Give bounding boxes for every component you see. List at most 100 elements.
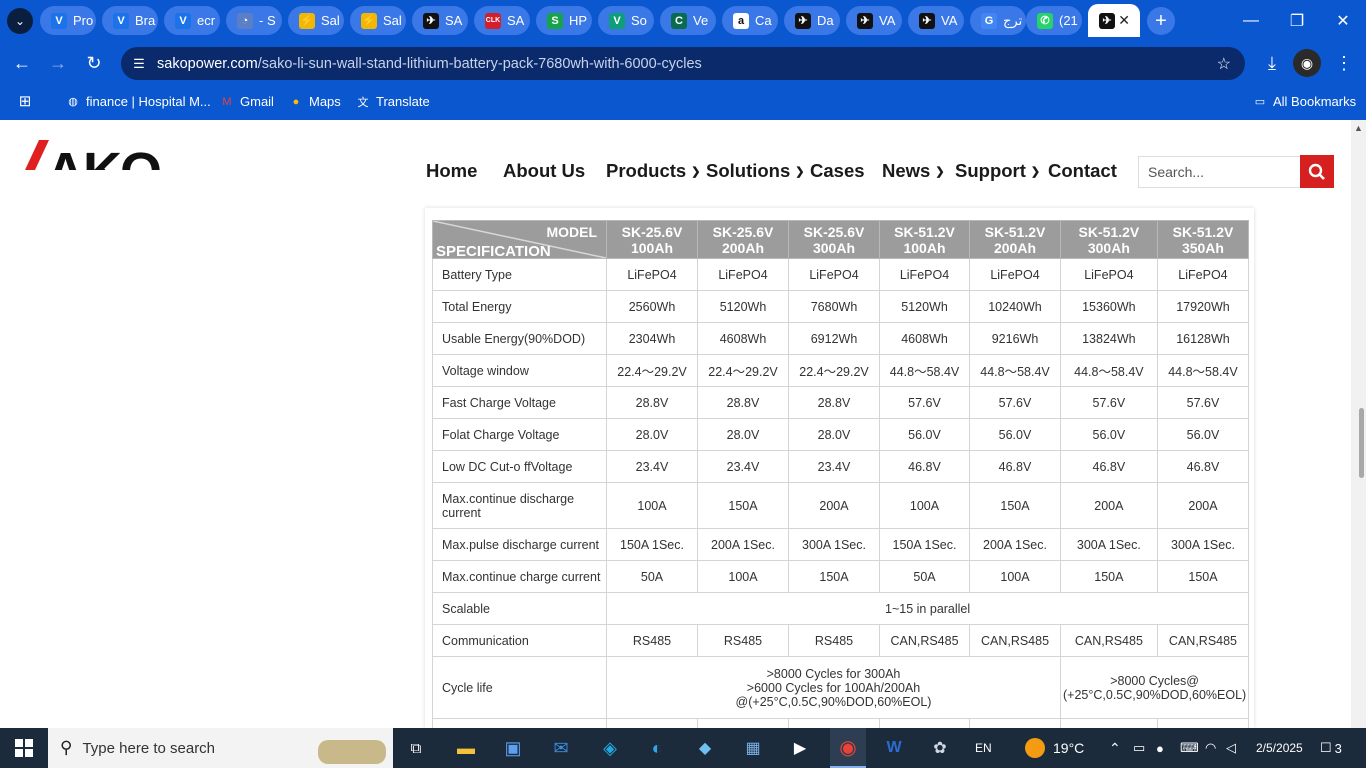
chrome-icon: ◉ [839, 736, 857, 759]
show-hidden-icons-icon[interactable]: ⌃ [1109, 728, 1121, 768]
media-player-icon[interactable]: ▶ [786, 734, 814, 762]
tab[interactable]: V Pro [40, 6, 96, 35]
avatar-icon: ◉ [1300, 54, 1314, 71]
apps-button[interactable]: ⊞ [18, 93, 32, 110]
scrollbar-thumb[interactable] [1359, 408, 1364, 478]
forward-button[interactable]: → [44, 49, 72, 77]
m365-icon[interactable]: ◆ [691, 734, 719, 762]
clock-date: 2/5/2025 [1256, 741, 1303, 755]
tab[interactable]: ✈ Da [784, 6, 840, 35]
tab[interactable]: G ترج [970, 6, 1026, 35]
table-cell: LiFePO4 [606, 258, 698, 291]
taskbar-search-box[interactable]: ⚲ Type here to search [48, 728, 393, 768]
table-cell: 150A 1Sec. [606, 528, 698, 561]
table-cell: 200A [788, 482, 880, 529]
edge-icon[interactable]: ◐ [643, 734, 671, 762]
tab[interactable]: V Bra [102, 6, 158, 35]
tab[interactable]: a Ca [722, 6, 778, 35]
site-info-icon[interactable]: ☰ [121, 56, 157, 72]
chevron-down-icon: ❯ [935, 165, 945, 178]
table-cell: CAN,RS485 [969, 624, 1061, 657]
chrome-taskbar-button[interactable]: ◉ [830, 728, 866, 768]
table-cell: 150A 1Sec. [879, 528, 970, 561]
restore-button[interactable]: ❐ [1274, 0, 1320, 41]
bookmark-finance[interactable]: ◍ finance | Hospital M... [66, 94, 211, 109]
address-bar[interactable]: ☰ sakopower.com/sako-li-sun-wall-stand-l… [121, 47, 1245, 80]
nav-home[interactable]: Home [426, 160, 477, 182]
volume-icon[interactable]: ◁ [1226, 728, 1236, 768]
bookmark-star-icon[interactable]: ☆ [1217, 54, 1231, 74]
word-icon[interactable]: W [880, 734, 908, 762]
downloads-button[interactable]: ⤓ [1258, 49, 1286, 77]
table-cell: 13824Wh [1060, 322, 1158, 355]
reload-button[interactable]: ↻ [80, 49, 108, 77]
keyboard-icon[interactable]: ⌨ [1180, 728, 1199, 768]
bookmark-maps[interactable]: ● Maps [289, 94, 341, 109]
model-capacity: 200Ah [721, 239, 765, 256]
table-cell [1156, 718, 1250, 728]
tab[interactable]: ⚡ Sal [350, 6, 406, 35]
chevron-down-icon: ❯ [691, 165, 701, 178]
tab[interactable]: ✈ SA [412, 6, 468, 35]
mail-icon[interactable]: ✉ [547, 734, 575, 762]
store-icon[interactable]: ▣ [499, 734, 527, 762]
tab[interactable]: ✆ (21 [1026, 6, 1082, 35]
nav-products[interactable]: Products ❯ [606, 160, 700, 182]
close-window-button[interactable]: ✕ [1320, 0, 1366, 41]
table-cell: 100A [697, 560, 789, 593]
language-indicator[interactable]: EN [975, 728, 992, 768]
wifi-icon[interactable]: ◠ [1205, 728, 1216, 768]
onedrive-icon[interactable]: ● [1156, 728, 1164, 768]
nav-cases[interactable]: Cases [810, 160, 865, 182]
back-button[interactable]: ← [8, 49, 36, 77]
site-search-input[interactable]: Search... [1138, 156, 1300, 188]
scroll-up-arrow-icon[interactable]: ▲ [1352, 123, 1365, 135]
table-cell: 200A 1Sec. [969, 528, 1061, 561]
tab-favicon-icon: C [671, 12, 687, 29]
nav-news[interactable]: News ❯ [882, 160, 945, 182]
table-cell [1060, 718, 1158, 728]
site-logo[interactable]: AKO [22, 138, 192, 170]
tab[interactable]: ✈ VA [846, 6, 902, 35]
chevron-down-icon: ❯ [1030, 165, 1041, 178]
tab[interactable]: Vecr [164, 6, 220, 35]
app-icon[interactable]: ▦ [739, 734, 767, 762]
quick-assist-icon[interactable]: ◈ [596, 734, 624, 762]
weather-widget[interactable]: 19°C [1025, 728, 1084, 768]
new-tab-button[interactable]: + [1147, 7, 1175, 35]
nav-about-us[interactable]: About Us [503, 160, 585, 182]
tab[interactable]: ◔ - S [226, 6, 282, 35]
tab[interactable]: C Ve [660, 6, 716, 35]
tab[interactable]: ⚡ Sal [288, 6, 344, 35]
search-highlight-image [318, 740, 386, 764]
all-bookmarks-button[interactable]: ▭ All Bookmarks [1253, 94, 1356, 109]
table-cell: 28.8V [788, 386, 880, 419]
site-search-button[interactable] [1300, 155, 1334, 188]
app-icon[interactable]: ✿ [926, 734, 954, 762]
task-view-icon[interactable]: ⧉ [402, 734, 430, 762]
notifications-button[interactable]: ☐ 3 [1320, 728, 1342, 768]
profile-avatar[interactable]: ◉ [1293, 49, 1321, 77]
table-cell: 100A [606, 482, 698, 529]
tab[interactable]: V So [598, 6, 654, 35]
menu-button[interactable]: ⋮ [1330, 49, 1358, 77]
tab-active[interactable]: ✈ ✕ [1088, 4, 1140, 37]
minimize-button[interactable]: — [1228, 0, 1274, 41]
tab-search-button[interactable]: ⌄ [7, 8, 33, 34]
bookmark-gmail[interactable]: M Gmail [220, 94, 274, 109]
tab[interactable]: CLK SA [474, 6, 530, 35]
tab[interactable]: S HP [536, 6, 592, 35]
meet-now-icon[interactable]: ▭ [1133, 728, 1145, 768]
tab-favicon-icon: ✈ [423, 12, 439, 29]
bookmark-label: Maps [309, 94, 341, 109]
nav-contact[interactable]: Contact [1048, 160, 1117, 182]
nav-solutions[interactable]: Solutions ❯ [706, 160, 805, 182]
clock[interactable]: 2/5/2025 [1256, 728, 1303, 768]
lang-label: EN [975, 741, 992, 755]
close-icon[interactable]: ✕ [1118, 12, 1130, 29]
bookmark-translate[interactable]: 文 Translate [356, 94, 430, 109]
start-button[interactable] [0, 728, 48, 768]
nav-support[interactable]: Support ❯ [955, 160, 1040, 182]
file-explorer-icon[interactable]: ▬ [452, 734, 480, 762]
tab[interactable]: ✈ VA [908, 6, 964, 35]
